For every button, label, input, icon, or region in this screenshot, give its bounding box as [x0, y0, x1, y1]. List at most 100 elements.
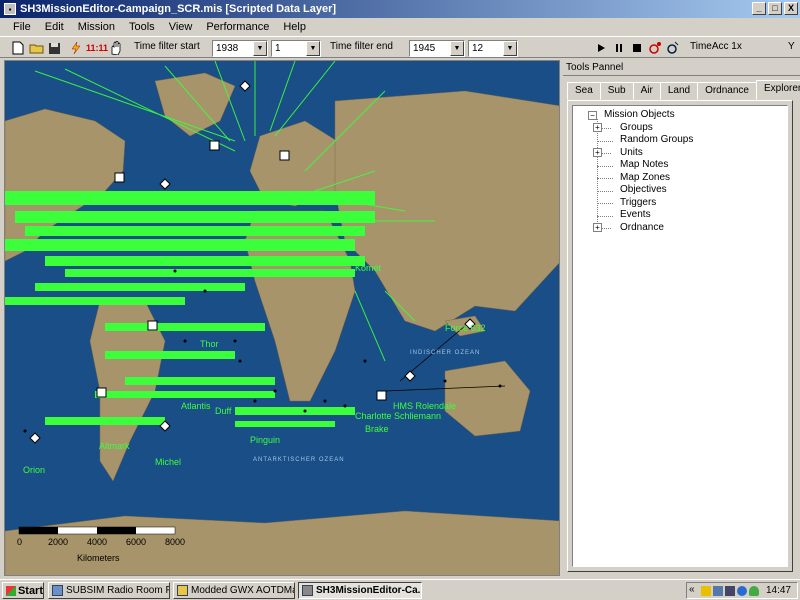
taskbar-item-folder[interactable]: Modded GWX AOTDMax	[173, 582, 295, 599]
tab-sub[interactable]: Sub	[599, 82, 634, 100]
scale-tick: 4000	[87, 537, 108, 547]
hand-icon[interactable]	[108, 40, 124, 56]
end-year-select[interactable]: 1945 ▼	[409, 40, 465, 57]
chevron-down-icon[interactable]: ▼	[503, 41, 517, 56]
pause-icon[interactable]	[611, 40, 627, 56]
tree-connector	[597, 178, 613, 179]
expand-icon[interactable]: +	[593, 223, 602, 232]
unit-label[interactable]: Orion	[23, 465, 45, 475]
tree-item-map-notes[interactable]: Map Notes	[620, 159, 668, 170]
lightning-icon[interactable]	[68, 40, 84, 56]
taskbar-item-mission-editor[interactable]: SH3MissionEditor-Ca...	[298, 582, 422, 599]
unit-label[interactable]: Force 632	[445, 323, 486, 333]
unit-label[interactable]: Charlotte Schliemann	[355, 411, 441, 421]
scale-bar	[18, 526, 176, 535]
start-button[interactable]: Start	[2, 582, 44, 599]
tree-root-mission-objects[interactable]: Mission Objects	[604, 109, 675, 120]
tab-explorer[interactable]: Explorer	[756, 80, 800, 100]
tree-connector	[597, 191, 613, 192]
unit-label[interactable]: Pinguin	[250, 435, 280, 445]
tree-item-units[interactable]: Units	[620, 147, 643, 158]
tab-land[interactable]: Land	[659, 82, 699, 100]
menu-view[interactable]: View	[162, 21, 200, 33]
scale-tick: 8000	[165, 537, 186, 547]
menu-bar: File Edit Mission Tools View Performance…	[0, 18, 800, 36]
chevron-down-icon[interactable]: ▼	[450, 41, 464, 56]
tree-item-events[interactable]: Events	[620, 209, 651, 220]
unit-label[interactable]: Michel	[155, 457, 181, 467]
end-month-value: 12	[472, 43, 484, 54]
taskbar-item-label: SUBSIM Radio Room For...	[66, 585, 169, 596]
y-label: Y	[788, 41, 795, 52]
chevron-down-icon[interactable]: ▼	[253, 41, 267, 56]
unit-label[interactable]: Duff	[215, 406, 231, 416]
time-filter-end-label: Time filter end	[330, 41, 393, 52]
hand-icon[interactable]	[701, 586, 711, 596]
menu-edit[interactable]: Edit	[38, 21, 71, 33]
end-year-value: 1945	[413, 43, 436, 54]
panel-title: Tools Pannel	[566, 62, 624, 73]
display-icon[interactable]	[725, 586, 735, 596]
menu-help[interactable]: Help	[276, 21, 313, 33]
collapse-icon[interactable]: −	[588, 111, 597, 120]
menu-tools[interactable]: Tools	[122, 21, 162, 33]
tree-item-triggers[interactable]: Triggers	[620, 197, 656, 208]
play-icon[interactable]	[593, 40, 609, 56]
start-label: Start	[17, 584, 43, 597]
tab-sea[interactable]: Sea	[567, 82, 601, 100]
taskbar-item-subsim[interactable]: SUBSIM Radio Room For...	[48, 582, 170, 599]
tree-item-ordnance[interactable]: Ordnance	[620, 222, 664, 233]
menu-mission[interactable]: Mission	[71, 21, 122, 33]
save-disk-icon[interactable]	[46, 40, 62, 56]
start-year-select[interactable]: 1938 ▼	[212, 40, 268, 57]
unit-label[interactable]: Brake	[365, 424, 389, 434]
globe-icon[interactable]	[737, 586, 747, 596]
tree-item-objectives[interactable]: Objectives	[620, 184, 667, 195]
tree-item-random-groups[interactable]: Random Groups	[620, 134, 693, 145]
user-icon[interactable]	[749, 586, 759, 596]
scale-tick: 2000	[48, 537, 69, 547]
folder-icon	[177, 585, 188, 596]
menu-file[interactable]: File	[6, 21, 38, 33]
stop-icon[interactable]	[629, 40, 645, 56]
expand-icon[interactable]: +	[593, 148, 602, 157]
tree-item-map-zones[interactable]: Map Zones	[620, 172, 670, 183]
taskbar-clock[interactable]: 14:47	[766, 585, 791, 596]
menu-performance[interactable]: Performance	[199, 21, 276, 33]
windows-logo-icon	[6, 585, 16, 596]
unit-label[interactable]: Atlantis	[181, 401, 211, 411]
start-month-value: 1	[275, 43, 281, 54]
start-month-select[interactable]: 1 ▼	[271, 40, 321, 57]
clock-icon[interactable]: 11:11	[86, 40, 108, 56]
scale-unit-label: Kilometers	[77, 553, 120, 563]
chevron-down-icon[interactable]: ▼	[306, 41, 320, 56]
minimize-button[interactable]: _	[752, 2, 766, 15]
new-document-icon[interactable]	[10, 40, 26, 56]
scale-tick: 0	[17, 537, 23, 547]
chevron-left-icon[interactable]: «	[689, 584, 699, 595]
mission-object-tree[interactable]: − Mission Objects + Groups Random Groups…	[572, 105, 788, 567]
tab-air[interactable]: Air	[632, 82, 661, 100]
clock-icon[interactable]	[665, 40, 681, 56]
unit-label[interactable]: Kormoran	[93, 417, 133, 427]
maximize-button[interactable]: □	[768, 2, 782, 15]
time-filter-start-label: Time filter start	[134, 41, 200, 52]
ocean-label-antarctic: ANTARKTISCHER OZEAN	[253, 457, 345, 463]
unit-label[interactable]: Altmark	[99, 441, 130, 451]
tab-ordnance[interactable]: Ordnance	[697, 82, 757, 100]
network-icon[interactable]	[713, 586, 723, 596]
expand-icon[interactable]: +	[593, 123, 602, 132]
unit-label[interactable]: HMS Rolendale	[393, 401, 456, 411]
taskbar: Start SUBSIM Radio Room For... Modded GW…	[0, 579, 800, 600]
close-button[interactable]: X	[784, 2, 798, 15]
sh3-app-icon[interactable]: ▪	[4, 3, 16, 15]
tree-connector	[601, 128, 611, 129]
world-map[interactable]: INDISCHER OZEAN ANTARKTISCHER OZEAN Forc…	[4, 60, 560, 576]
record-icon[interactable]	[647, 40, 663, 56]
end-month-select[interactable]: 12 ▼	[468, 40, 518, 57]
open-folder-icon[interactable]	[28, 40, 44, 56]
unit-label[interactable]: Komet	[355, 263, 381, 273]
tree-item-groups[interactable]: Groups	[620, 122, 653, 133]
divider	[563, 75, 800, 76]
unit-label[interactable]: Thor	[200, 339, 219, 349]
